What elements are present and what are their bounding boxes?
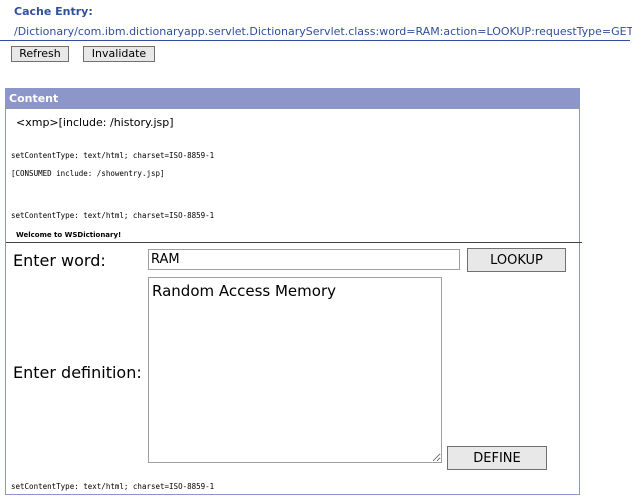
lookup-button[interactable]: LOOKUP — [467, 248, 566, 272]
define-button[interactable]: DEFINE — [447, 446, 547, 470]
divider — [6, 242, 582, 243]
consumed-include-line: [CONSUMED include: /showentry.jsp] — [11, 169, 165, 178]
set-content-type-line: setContentType: text/html; charset=ISO-8… — [11, 482, 215, 491]
xmp-include-line: <xmp>[include: /history.jsp] — [16, 116, 174, 129]
content-header: Content — [6, 89, 579, 109]
refresh-button[interactable]: Refresh — [11, 46, 69, 62]
welcome-text: Welcome to WSDictionary! — [16, 231, 122, 239]
word-label: Enter word: — [13, 251, 106, 270]
cache-entry-path-row: /Dictionary/com.ibm.dictionaryapp.servle… — [0, 23, 632, 41]
set-content-type-line: setContentType: text/html; charset=ISO-8… — [11, 211, 215, 220]
definition-textarea[interactable]: Random Access Memory — [148, 277, 442, 463]
cache-entry-label: Cache Entry: — [14, 5, 93, 18]
definition-label: Enter definition: — [13, 363, 142, 382]
word-input[interactable] — [148, 249, 460, 270]
cache-entry-path: /Dictionary/com.ibm.dictionaryapp.servle… — [14, 25, 632, 38]
set-content-type-line: setContentType: text/html; charset=ISO-8… — [11, 151, 215, 160]
content-panel: Content <xmp>[include: /history.jsp] set… — [5, 88, 582, 495]
invalidate-button[interactable]: Invalidate — [83, 46, 155, 62]
